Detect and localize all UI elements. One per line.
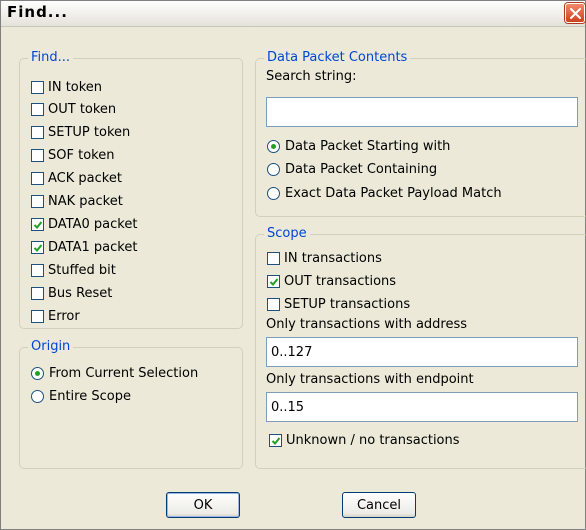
packet-exact-data-packet-payload-match-radio[interactable]: Exact Data Packet Payload Match (267, 183, 502, 203)
scope-setup-transactions-checkbox[interactable]: SETUP transactions (267, 294, 410, 314)
search-string-input[interactable] (266, 97, 578, 127)
origin-from-current-selection-label: From Current Selection (49, 365, 199, 381)
find-data1-packet-label: DATA1 packet (48, 239, 138, 255)
packet-data-packet-containing-label: Data Packet Containing (285, 162, 438, 177)
check-icon (33, 244, 43, 252)
check-icon (271, 436, 281, 445)
packet-exact-data-packet-payload-match-radio-button[interactable] (267, 186, 280, 200)
scope-out-transactions-checkbox-box[interactable] (267, 274, 280, 288)
find-stuffed-bit-checkbox[interactable]: Stuffed bit (31, 260, 116, 280)
origin-group-legend: Origin (28, 339, 74, 355)
packet-exact-data-packet-payload-match-label: Exact Data Packet Payload Match (285, 185, 502, 201)
find-dialog: Find... Find... IN token OUT token SETUP t… (0, 0, 586, 530)
packet-data-packet-starting-with-radio-button[interactable] (267, 139, 280, 153)
origin-from-current-selection-radio[interactable]: From Current Selection (31, 363, 198, 383)
find-nak-packet-checkbox[interactable]: NAK packet (31, 192, 123, 212)
find-nak-packet-label: NAK packet (48, 194, 123, 209)
find-setup-token-checkbox-box[interactable] (31, 126, 44, 140)
find-in-token-checkbox[interactable]: IN token (31, 77, 102, 97)
find-out-token-label: OUT token (48, 102, 117, 118)
close-icon (570, 8, 581, 19)
unknown-transactions-label: Unknown / no transactions (286, 432, 460, 448)
scope-in-transactions-checkbox-box[interactable] (267, 251, 280, 265)
find-in-token-label: IN token (48, 79, 103, 95)
scope-out-transactions-label: OUT transactions (284, 273, 397, 289)
find-data0-packet-label: DATA0 packet (48, 216, 138, 232)
find-group-legend: Find... (28, 50, 74, 66)
find-ack-packet-checkbox[interactable]: ACK packet (31, 169, 122, 189)
find-error-checkbox[interactable]: Error (31, 306, 80, 326)
find-out-token-checkbox[interactable]: OUT token (31, 100, 116, 120)
address-input[interactable] (266, 337, 578, 367)
find-data1-packet-checkbox[interactable]: DATA1 packet (31, 237, 137, 257)
scope-in-transactions-checkbox[interactable]: IN transactions (267, 248, 382, 268)
packet-data-packet-containing-radio-button[interactable] (267, 163, 280, 176)
title-bar[interactable]: Find... (1, 1, 585, 27)
check-icon (33, 221, 43, 229)
find-data0-packet-checkbox-box[interactable] (31, 217, 44, 231)
find-sof-token-checkbox-box[interactable] (31, 149, 44, 163)
endpoint-input[interactable] (266, 392, 578, 422)
address-label: Only transactions with address (266, 317, 468, 332)
origin-from-current-selection-radio-button[interactable] (31, 366, 44, 380)
endpoint-label: Only transactions with endpoint (266, 372, 474, 387)
find-data0-packet-checkbox[interactable]: DATA0 packet (31, 214, 137, 234)
find-out-token-checkbox-box[interactable] (31, 103, 44, 117)
find-nak-packet-checkbox-box[interactable] (31, 195, 44, 208)
data-packet-group-legend: Data Packet Contents (264, 50, 411, 66)
find-data1-packet-checkbox-box[interactable] (31, 240, 44, 254)
scope-out-transactions-checkbox[interactable]: OUT transactions (267, 271, 396, 291)
unknown-transactions-checkbox-box[interactable] (269, 433, 282, 447)
check-icon (269, 277, 279, 286)
close-button[interactable] (565, 3, 585, 23)
find-bus-reset-label: Bus Reset (48, 285, 113, 301)
packet-data-packet-containing-radio[interactable]: Data Packet Containing (267, 160, 437, 180)
scope-setup-transactions-checkbox-box[interactable] (267, 297, 280, 311)
scope-in-transactions-label: IN transactions (284, 250, 382, 266)
origin-entire-scope-radio[interactable]: Entire Scope (31, 386, 131, 406)
origin-entire-scope-label: Entire Scope (49, 388, 131, 404)
dialog-title: Find... (7, 3, 68, 21)
find-bus-reset-checkbox-box[interactable] (31, 286, 44, 300)
find-error-label: Error (48, 308, 80, 324)
find-stuffed-bit-label: Stuffed bit (48, 262, 116, 278)
find-stuffed-bit-checkbox-box[interactable] (31, 263, 44, 277)
origin-entire-scope-radio-button[interactable] (31, 389, 44, 403)
find-sof-token-label: SOF token (48, 148, 115, 164)
search-string-label: Search string: (266, 69, 357, 84)
find-in-token-checkbox-box[interactable] (31, 80, 44, 94)
packet-data-packet-starting-with-label: Data Packet Starting with (285, 138, 451, 154)
find-bus-reset-checkbox[interactable]: Bus Reset (31, 283, 112, 303)
find-setup-token-label: SETUP token (48, 125, 131, 141)
packet-data-packet-starting-with-radio[interactable]: Data Packet Starting with (267, 136, 450, 156)
ok-button[interactable]: OK (166, 492, 240, 518)
scope-setup-transactions-label: SETUP transactions (284, 296, 411, 312)
find-ack-packet-checkbox-box[interactable] (31, 172, 44, 186)
find-sof-token-checkbox[interactable]: SOF token (31, 146, 114, 166)
find-ack-packet-label: ACK packet (48, 171, 122, 187)
find-setup-token-checkbox[interactable]: SETUP token (31, 123, 130, 143)
scope-group-legend: Scope (264, 226, 310, 242)
cancel-button[interactable]: Cancel (342, 492, 416, 518)
find-error-checkbox-box[interactable] (31, 309, 44, 323)
unknown-transactions-checkbox[interactable]: Unknown / no transactions (269, 430, 460, 450)
